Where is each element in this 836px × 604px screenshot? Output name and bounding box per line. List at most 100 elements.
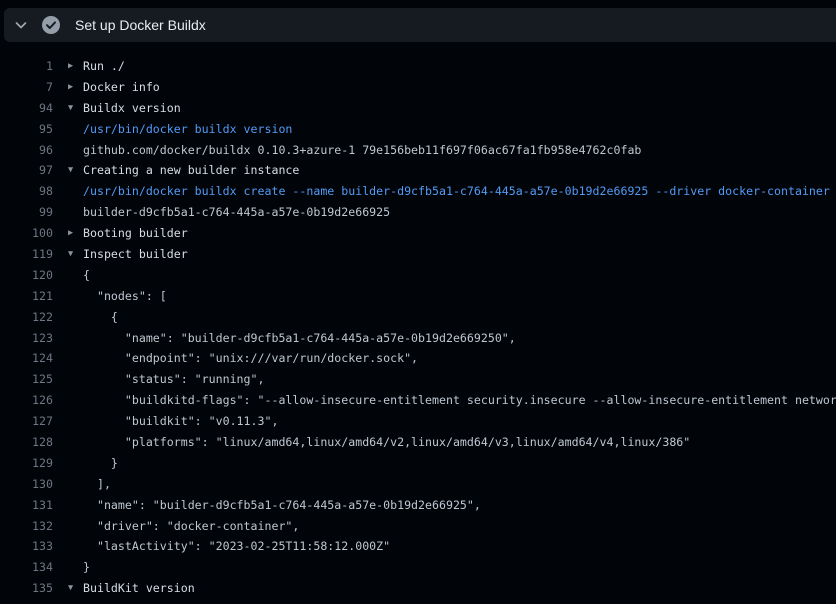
output-text: "nodes": [ bbox=[83, 286, 167, 307]
line-number[interactable]: 134 bbox=[0, 557, 53, 578]
triangle-collapsed-icon[interactable]: ▶ bbox=[68, 223, 83, 244]
arrow-spacer bbox=[68, 536, 83, 557]
log-line: 122 { bbox=[0, 307, 836, 328]
log-line[interactable]: 119 ▼Inspect builder bbox=[0, 244, 836, 265]
step-title: Set up Docker Buildx bbox=[75, 17, 206, 33]
triangle-collapsed-icon[interactable]: ▶ bbox=[68, 77, 83, 98]
log-line: 98/usr/bin/docker buildx create --name b… bbox=[0, 181, 836, 202]
arrow-spacer bbox=[68, 181, 83, 202]
line-content: ▼Creating a new builder instance bbox=[68, 160, 299, 181]
line-number[interactable]: 130 bbox=[0, 474, 53, 495]
line-content: { bbox=[68, 265, 90, 286]
output-text: } bbox=[83, 453, 118, 474]
line-content: "platforms": "linux/amd64,linux/amd64/v2… bbox=[68, 432, 690, 453]
arrow-spacer bbox=[68, 495, 83, 516]
triangle-expanded-icon[interactable]: ▼ bbox=[68, 160, 83, 181]
arrow-spacer bbox=[68, 599, 83, 604]
line-number[interactable]: 128 bbox=[0, 432, 53, 453]
line-content: /usr/bin/docker buildx create --name bui… bbox=[68, 181, 830, 202]
line-content: ▼Inspect builder bbox=[68, 244, 188, 265]
arrow-spacer bbox=[68, 328, 83, 349]
log-line: 95/usr/bin/docker buildx version bbox=[0, 119, 836, 140]
line-number[interactable]: 136 bbox=[0, 599, 53, 604]
output-text: "endpoint": "unix:///var/run/docker.sock… bbox=[83, 348, 418, 369]
log-line: 126 "buildkitd-flags": "--allow-insecure… bbox=[0, 390, 836, 411]
log-line: 123 "name": "builder-d9cfb5a1-c764-445a-… bbox=[0, 328, 836, 349]
line-number[interactable]: 100 bbox=[0, 223, 53, 244]
arrow-spacer bbox=[68, 474, 83, 495]
line-number[interactable]: 95 bbox=[0, 119, 53, 140]
log-line: 124 "endpoint": "unix:///var/run/docker.… bbox=[0, 348, 836, 369]
log-line[interactable]: 100 ▶Booting builder bbox=[0, 223, 836, 244]
line-number[interactable]: 126 bbox=[0, 390, 53, 411]
line-number[interactable]: 121 bbox=[0, 286, 53, 307]
line-content: "nodes": [ bbox=[68, 286, 167, 307]
line-number[interactable]: 98 bbox=[0, 181, 53, 202]
line-number[interactable]: 131 bbox=[0, 495, 53, 516]
log-line[interactable]: 135▼BuildKit version bbox=[0, 578, 836, 599]
line-number[interactable]: 132 bbox=[0, 516, 53, 537]
log-line: 132 "driver": "docker-container", bbox=[0, 516, 836, 537]
line-number[interactable]: 7 bbox=[0, 77, 53, 98]
arrow-spacer bbox=[68, 557, 83, 578]
group-title: Buildx version bbox=[83, 98, 181, 119]
output-text: "status": "running", bbox=[83, 369, 264, 390]
arrow-spacer bbox=[68, 140, 83, 161]
triangle-expanded-icon[interactable]: ▼ bbox=[68, 578, 83, 599]
output-text: { bbox=[83, 265, 90, 286]
log-line[interactable]: 94 ▼Buildx version bbox=[0, 98, 836, 119]
arrow-spacer bbox=[68, 119, 83, 140]
line-number[interactable]: 124 bbox=[0, 348, 53, 369]
line-content: ▶Docker info bbox=[68, 77, 160, 98]
line-content: "name": "builder-d9cfb5a1-c764-445a-a57e… bbox=[68, 328, 516, 349]
line-number[interactable]: 96 bbox=[0, 140, 53, 161]
log-line: 129 } bbox=[0, 453, 836, 474]
line-number[interactable]: 119 bbox=[0, 244, 53, 265]
line-number[interactable]: 99 bbox=[0, 202, 53, 223]
log-line: 130 ], bbox=[0, 474, 836, 495]
line-number[interactable]: 120 bbox=[0, 265, 53, 286]
line-number[interactable]: 122 bbox=[0, 307, 53, 328]
line-number[interactable]: 129 bbox=[0, 453, 53, 474]
line-number[interactable]: 94 bbox=[0, 98, 53, 119]
triangle-expanded-icon[interactable]: ▼ bbox=[68, 244, 83, 265]
chevron-down-icon[interactable] bbox=[13, 17, 29, 33]
log-line[interactable]: 1 ▶Run ./ bbox=[0, 56, 836, 77]
line-number[interactable]: 123 bbox=[0, 328, 53, 349]
line-content: ▶Booting builder bbox=[68, 223, 188, 244]
line-content: "status": "running", bbox=[68, 369, 264, 390]
output-text: "buildkitd-flags": "--allow-insecure-ent… bbox=[83, 390, 836, 411]
log-line: 121 "nodes": [ bbox=[0, 286, 836, 307]
line-content: "driver": "docker-container", bbox=[68, 516, 299, 537]
line-number[interactable]: 133 bbox=[0, 536, 53, 557]
arrow-spacer bbox=[68, 369, 83, 390]
line-content: "buildkitd-flags": "--allow-insecure-ent… bbox=[68, 390, 836, 411]
command-text: /usr/bin/docker buildx version bbox=[83, 119, 292, 140]
line-number[interactable]: 1 bbox=[0, 56, 53, 77]
triangle-expanded-icon[interactable]: ▼ bbox=[68, 98, 83, 119]
step-header[interactable]: Set up Docker Buildx bbox=[4, 8, 836, 42]
output-text: github.com/docker/buildx 0.10.3+azure-1 … bbox=[83, 140, 641, 161]
log-line: 131 "name": "builder-d9cfb5a1-c764-445a-… bbox=[0, 495, 836, 516]
output-text: { bbox=[83, 307, 118, 328]
arrow-spacer bbox=[68, 516, 83, 537]
line-number[interactable]: 97 bbox=[0, 160, 53, 181]
output-text: "buildkit": "v0.11.3", bbox=[83, 411, 278, 432]
line-content: "lastActivity": "2023-02-25T11:58:12.000… bbox=[68, 536, 390, 557]
log-line: 133 "lastActivity": "2023-02-25T11:58:12… bbox=[0, 536, 836, 557]
output-text: "lastActivity": "2023-02-25T11:58:12.000… bbox=[83, 536, 390, 557]
triangle-collapsed-icon[interactable]: ▶ bbox=[68, 56, 83, 77]
line-number[interactable]: 135 bbox=[0, 578, 53, 599]
line-number[interactable]: 125 bbox=[0, 369, 53, 390]
arrow-spacer bbox=[68, 265, 83, 286]
log-line: 136builder-d9cfb5a1-c764-445a-a57e-0b19d… bbox=[0, 599, 836, 604]
output-text: "name": "builder-d9cfb5a1-c764-445a-a57e… bbox=[83, 328, 516, 349]
log-line[interactable]: 7 ▶Docker info bbox=[0, 77, 836, 98]
group-title: Inspect builder bbox=[83, 244, 188, 265]
arrow-spacer bbox=[68, 202, 83, 223]
output-text: } bbox=[83, 557, 90, 578]
group-title: Creating a new builder instance bbox=[83, 160, 299, 181]
line-number[interactable]: 127 bbox=[0, 411, 53, 432]
log-line[interactable]: 97 ▼Creating a new builder instance bbox=[0, 160, 836, 181]
line-content: ▶Run ./ bbox=[68, 56, 125, 77]
